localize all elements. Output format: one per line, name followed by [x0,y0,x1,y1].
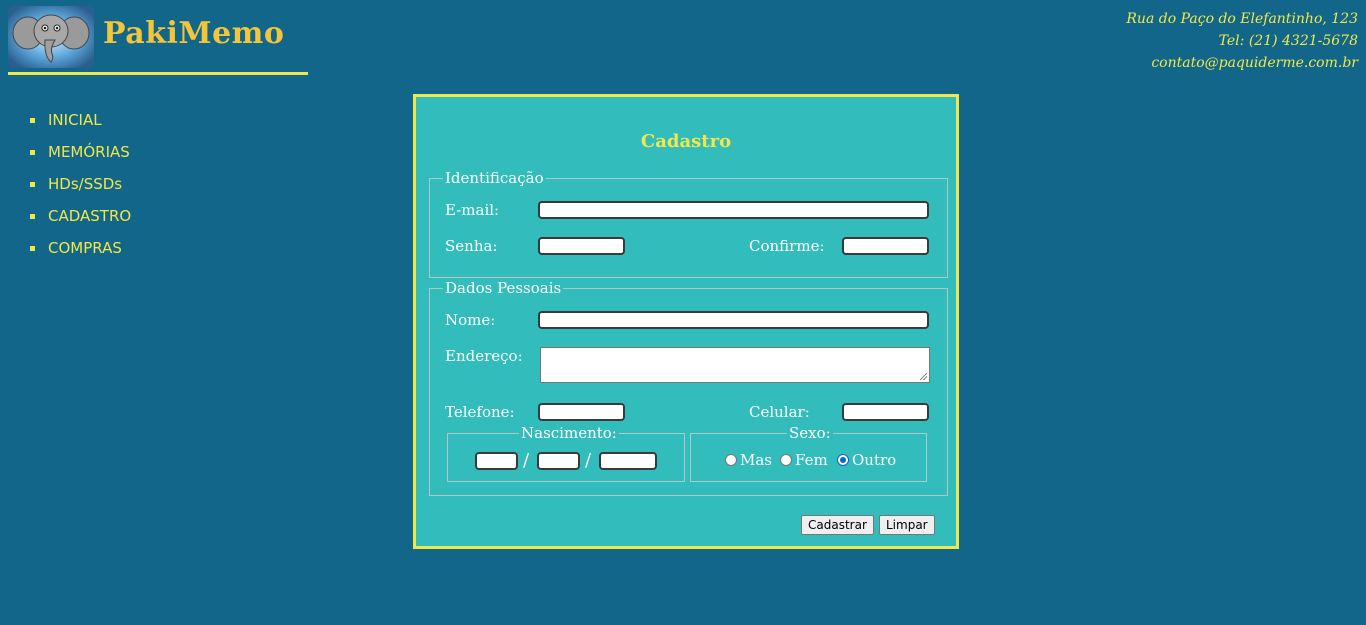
contact-phone: Tel: (21) 4321-5678 [1218,33,1358,49]
form-title: Cadastro [640,131,732,152]
contact-info: Rua do Paço do Elefantinho, 123 Tel: (21… [1126,8,1358,74]
bullet-icon [30,181,35,187]
nome-label: Nome: [445,311,496,329]
main-nav: INICIAL MEMÓRIAS HDs/SSDs CADASTRO COMPR… [30,104,131,264]
header-divider [8,72,308,75]
contact-address: Rua do Paço do Elefantinho, 123 [1126,11,1358,27]
radio-fem[interactable] [780,454,792,466]
radio-label-fem[interactable]: Fem [795,451,828,469]
bullet-icon [30,213,35,219]
telefone-label: Telefone: [445,403,515,421]
phone-field[interactable] [538,403,625,421]
radio-label-outro[interactable]: Outro [852,451,896,469]
nav-item-label[interactable]: COMPRAS [48,239,122,257]
dados-pessoais-legend: Dados Pessoais [443,279,564,297]
bullet-icon [30,149,35,155]
mobile-field[interactable] [842,403,929,421]
elephant-logo [8,6,94,68]
bullet-icon [30,117,35,123]
celular-label: Celular: [749,403,810,421]
date-separator: / [523,450,530,471]
resize-grip-icon[interactable] [920,373,927,380]
email-label: E-mail: [445,201,500,219]
sexo-fieldset: Sexo: Mas Fem Outro [690,424,927,482]
email-field[interactable] [538,201,929,219]
confirm-password-field[interactable] [842,237,929,255]
registration-form: Cadastro Identificação E-mail: Senha: Co… [413,94,959,549]
nav-item-label[interactable]: CADASTRO [48,207,131,225]
endereco-label: Endereço: [445,347,523,365]
nav-item-hds-ssds[interactable]: HDs/SSDs [30,168,131,200]
nav-item-compras[interactable]: COMPRAS [30,232,131,264]
birth-year-field[interactable] [599,452,657,470]
bullet-icon [30,245,35,251]
confirme-label: Confirme: [749,237,825,255]
sexo-legend: Sexo: [787,424,833,442]
password-field[interactable] [538,237,625,255]
nav-item-memorias[interactable]: MEMÓRIAS [30,136,131,168]
contact-email: contato@paquiderme.com.br [1151,55,1358,71]
reset-button[interactable]: Limpar [879,515,935,535]
address-textarea[interactable] [540,347,930,383]
nav-item-inicial[interactable]: INICIAL [30,104,131,136]
nav-item-label[interactable]: HDs/SSDs [48,175,122,193]
date-separator: / [585,450,592,471]
submit-button[interactable]: Cadastrar [801,515,874,535]
nav-item-label[interactable]: MEMÓRIAS [48,143,130,161]
radio-outro[interactable] [837,454,849,466]
senha-label: Senha: [445,237,498,255]
birth-day-field[interactable] [475,452,518,470]
name-field[interactable] [538,311,929,329]
dados-pessoais-fieldset: Dados Pessoais Nome: Endereço: Telefone:… [429,279,948,496]
nav-item-cadastro[interactable]: CADASTRO [30,200,131,232]
brand-title: PakiMemo [103,16,285,51]
radio-label-mas[interactable]: Mas [740,451,772,469]
radio-mas[interactable] [725,454,737,466]
identificacao-fieldset: Identificação E-mail: Senha: Confirme: [429,169,948,278]
nascimento-legend: Nascimento: [519,424,619,442]
nav-item-label[interactable]: INICIAL [48,111,102,129]
nascimento-fieldset: Nascimento: / / [447,424,685,482]
identificacao-legend: Identificação [443,169,546,187]
birth-month-field[interactable] [537,452,580,470]
